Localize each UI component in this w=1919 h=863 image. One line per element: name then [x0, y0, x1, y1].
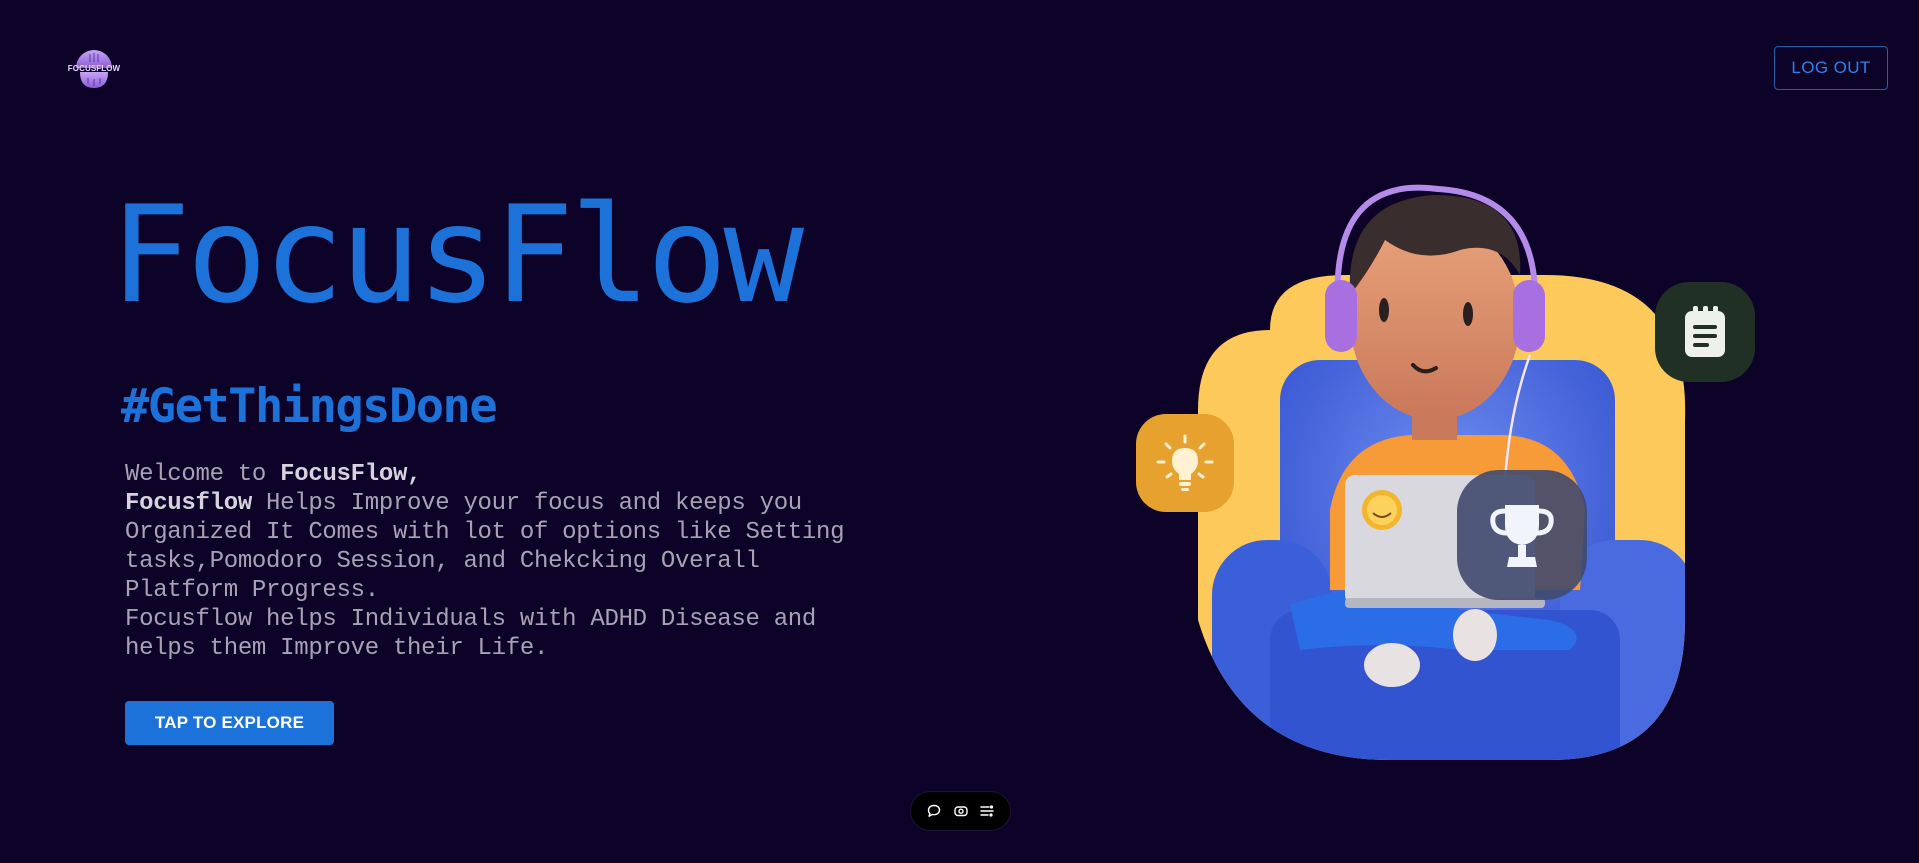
desc-line-7: helps them Improve their Life. [125, 635, 549, 662]
hero-description: Welcome to FocusFlow, Focusflow Helps Im… [125, 460, 925, 663]
floating-toolbar [910, 791, 1011, 831]
lightbulb-icon [1156, 434, 1214, 491]
notes-icon [1685, 306, 1725, 357]
trophy-icon [1490, 505, 1554, 567]
logo-text: FOCUSFLOW [67, 64, 121, 73]
notes-badge [1655, 282, 1755, 382]
tap-to-explore-button[interactable]: TAP TO EXPLORE [125, 701, 334, 745]
desc-comma: , [407, 461, 422, 488]
idea-badge [1136, 414, 1234, 512]
hero-title: FocusFlow [110, 177, 804, 333]
desc-line-6: Focusflow helps Individuals with ADHD Di… [125, 606, 817, 633]
desc-line-1: Welcome to FocusFlow, [125, 460, 925, 489]
list-settings-icon[interactable] [978, 802, 996, 820]
desc-line-2: Focusflow Helps Improve your focus and k… [125, 489, 925, 518]
desc-brand-bold: Focusflow [125, 490, 252, 517]
desc-text: Helps Improve your focus and keeps you [251, 490, 802, 517]
desc-line-3: Organized It Comes with lot of options l… [125, 519, 845, 546]
desc-text: Welcome to [125, 461, 281, 488]
capture-icon[interactable] [952, 802, 970, 820]
desc-brand-bold: FocusFlow [280, 461, 408, 488]
hero-hashtag: #GetThingsDone [121, 379, 498, 434]
chat-icon[interactable] [925, 802, 943, 820]
logout-button[interactable]: LOG OUT [1774, 46, 1888, 90]
trophy-badge [1457, 470, 1587, 600]
desc-line-5: Platform Progress. [125, 577, 379, 604]
app-logo[interactable]: FOCUSFLOW [66, 48, 122, 90]
desc-line-4: tasks,Pomodoro Session, and Chekcking Ov… [125, 548, 760, 575]
